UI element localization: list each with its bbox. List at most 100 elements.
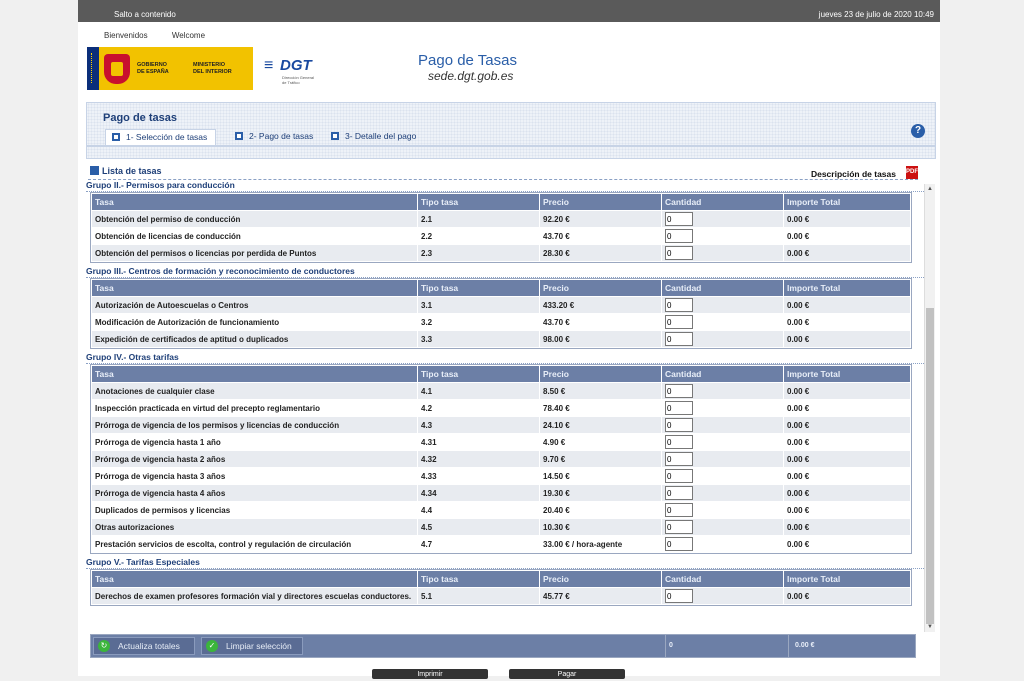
column-header-tipo: Tipo tasa: [418, 571, 539, 587]
column-header-cantidad: Cantidad: [662, 366, 783, 382]
refresh-icon: ↻: [98, 640, 110, 652]
quantity-input[interactable]: [665, 384, 693, 398]
tab-detalle[interactable]: 3- Detalle del pago: [325, 129, 416, 144]
dgt-subtitle: Dirección General de Tráfico: [282, 75, 315, 85]
fee-total: 0.00 €: [784, 383, 910, 399]
column-header-tasa: Tasa: [92, 194, 417, 210]
lang-link-en[interactable]: Welcome: [172, 31, 205, 40]
print-button[interactable]: Imprimir: [372, 669, 488, 679]
column-header-precio: Precio: [540, 571, 661, 587]
quantity-input[interactable]: [665, 469, 693, 483]
arrow-icon: [90, 166, 99, 175]
fee-code: 2.2: [418, 228, 539, 244]
quantity-input[interactable]: [665, 332, 693, 346]
quantity-input[interactable]: [665, 520, 693, 534]
fee-name: Inspección practicada en virtud del prec…: [92, 400, 417, 416]
pay-button[interactable]: Pagar: [509, 669, 625, 679]
column-header-tasa: Tasa: [92, 366, 417, 382]
quantity-input[interactable]: [665, 212, 693, 226]
scroll-down-icon[interactable]: ▼: [926, 623, 934, 631]
quantity-input[interactable]: [665, 435, 693, 449]
vertical-scrollbar[interactable]: ▲ ▼: [924, 184, 935, 632]
fee-name: Prórroga de vigencia hasta 4 años: [92, 485, 417, 501]
tab-seleccion[interactable]: 1- Selección de tasas: [105, 129, 217, 145]
dgt-logo[interactable]: ≡ DGT Dirección General de Tráfico: [264, 56, 324, 86]
column-header-tipo: Tipo tasa: [418, 366, 539, 382]
fee-name: Duplicados de permisos y licencias: [92, 502, 417, 518]
group-title: Grupo III.- Centros de formación y recon…: [86, 266, 926, 278]
fees-table: Tasa Tipo tasa Precio Cantidad Importe Total…: [90, 364, 912, 554]
quantity-cell: [662, 297, 783, 313]
scroll-up-icon[interactable]: ▲: [926, 185, 934, 193]
fee-price: 78.40 €: [540, 400, 661, 416]
fee-name: Modificación de Autorización de funciona…: [92, 314, 417, 330]
fee-code: 4.4: [418, 502, 539, 518]
fee-price: 4.90 €: [540, 434, 661, 450]
clear-selection-button[interactable]: ✓ Limpiar selección: [201, 637, 303, 655]
fee-name: Autorización de Autoescuelas o Centros: [92, 297, 417, 313]
quantity-input[interactable]: [665, 298, 693, 312]
fee-total: 0.00 €: [784, 331, 910, 347]
descripcion-tasas-link[interactable]: Descripción de tasas: [811, 169, 896, 179]
quantity-input[interactable]: [665, 418, 693, 432]
fee-code: 4.34: [418, 485, 539, 501]
quantity-cell: [662, 331, 783, 347]
tab-pago[interactable]: 2- Pago de tasas: [229, 129, 313, 144]
lang-link-es[interactable]: Bienvenidos: [104, 31, 148, 40]
fee-code: 4.1: [418, 383, 539, 399]
quantity-input[interactable]: [665, 486, 693, 500]
help-icon[interactable]: ?: [911, 124, 925, 138]
scroll-thumb[interactable]: [926, 308, 934, 624]
fee-total: 0.00 €: [784, 228, 910, 244]
fees-list[interactable]: Grupo II.- Permisos para conducción Tasa T…: [86, 180, 926, 630]
quantity-input[interactable]: [665, 503, 693, 517]
column-header-tipo: Tipo tasa: [418, 280, 539, 296]
table-row: Expedición de certificados de aptitud o …: [92, 331, 910, 347]
list-title: Lista de tasas: [90, 166, 162, 176]
fee-total: 0.00 €: [784, 245, 910, 261]
quantity-input[interactable]: [665, 246, 693, 260]
quantity-cell: [662, 519, 783, 535]
pdf-icon[interactable]: PDF: [906, 166, 918, 179]
fee-code: 3.3: [418, 331, 539, 347]
quantity-input[interactable]: [665, 229, 693, 243]
totals-bar: ↻ Actualiza totales ✓ Limpiar selección …: [90, 634, 916, 658]
column-header-tasa: Tasa: [92, 280, 417, 296]
fee-name: Expedición de certificados de aptitud o …: [92, 331, 417, 347]
fee-code: 4.2: [418, 400, 539, 416]
table-row: Prórroga de vigencia hasta 3 años 4.33 14.…: [92, 468, 910, 484]
divider: [788, 635, 789, 657]
divider: [665, 635, 666, 657]
column-header-tasa: Tasa: [92, 571, 417, 587]
quantity-input[interactable]: [665, 537, 693, 551]
fee-price: 8.50 €: [540, 383, 661, 399]
quantity-input[interactable]: [665, 315, 693, 329]
fee-total: 0.00 €: [784, 297, 910, 313]
table-row: Prórroga de vigencia hasta 4 años 4.34 19.…: [92, 485, 910, 501]
group-title: Grupo IV.- Otras tarifas: [86, 352, 926, 364]
quantity-input[interactable]: [665, 589, 693, 603]
eu-flag-icon: [87, 47, 99, 90]
quantity-cell: [662, 485, 783, 501]
arrow-icon: [112, 133, 120, 141]
fee-total: 0.00 €: [784, 400, 910, 416]
language-nav: Bienvenidos Welcome: [104, 31, 227, 40]
total-importe: 0.00 €: [795, 642, 815, 649]
fee-total: 0.00 €: [784, 314, 910, 330]
fee-name: Prórroga de vigencia hasta 3 años: [92, 468, 417, 484]
fee-name: Prórroga de vigencia hasta 1 año: [92, 434, 417, 450]
current-date: jueves 23 de julio de 2020 10:49: [818, 10, 934, 19]
quantity-cell: [662, 451, 783, 467]
skip-to-content-link[interactable]: Salto a contenido: [114, 10, 176, 19]
quantity-cell: [662, 434, 783, 450]
table-row: Prórroga de vigencia hasta 1 año 4.31 4.90…: [92, 434, 910, 450]
table-row: Prestación servicios de escolta, control…: [92, 536, 910, 552]
group-title: Grupo II.- Permisos para conducción: [86, 180, 926, 192]
quantity-input[interactable]: [665, 401, 693, 415]
update-totals-button[interactable]: ↻ Actualiza totales: [93, 637, 195, 655]
quantity-input[interactable]: [665, 452, 693, 466]
fee-name: Obtención del permisos o licencias por p…: [92, 245, 417, 261]
fee-name: Prórroga de vigencia de los permisos y l…: [92, 417, 417, 433]
top-bar: Salto a contenido jueves 23 de julio de …: [78, 0, 940, 22]
gobierno-espana-logo[interactable]: GOBIERNO DE ESPAÑA MINISTERIO DEL INTERI…: [87, 47, 253, 90]
